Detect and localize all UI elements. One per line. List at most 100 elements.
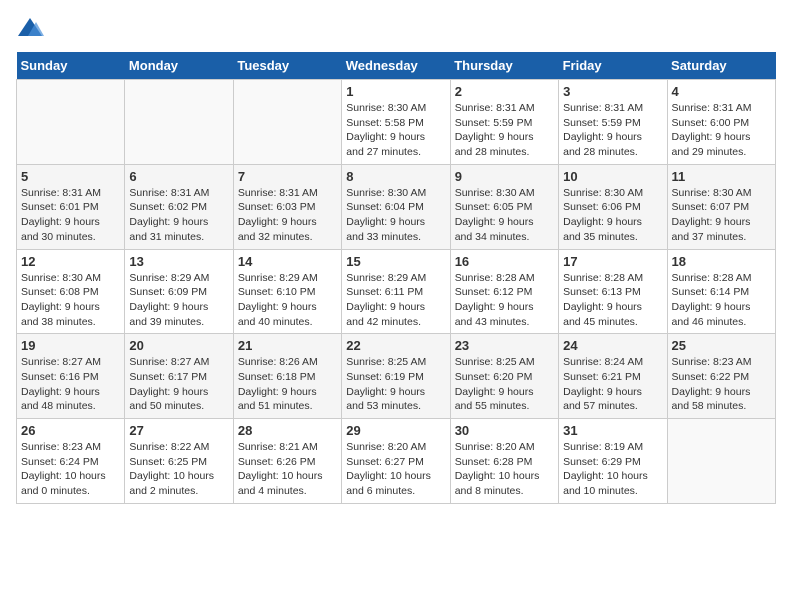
- day-number: 20: [129, 338, 228, 353]
- day-detail: Sunrise: 8:28 AM Sunset: 6:13 PM Dayligh…: [563, 271, 662, 330]
- calendar-cell: 14 Sunrise: 8:29 AM Sunset: 6:10 PM Dayli…: [233, 249, 341, 334]
- calendar-cell: 24 Sunrise: 8:24 AM Sunset: 6:21 PM Dayli…: [559, 334, 667, 419]
- day-number: 8: [346, 169, 445, 184]
- calendar-cell: 10Sunrise: 8:30 AM Sunset: 6:06 PM Dayli…: [559, 164, 667, 249]
- day-detail: Sunrise: 8:31 AM Sunset: 6:00 PM Dayligh…: [672, 101, 771, 160]
- calendar-cell: 17 Sunrise: 8:28 AM Sunset: 6:13 PM Dayli…: [559, 249, 667, 334]
- calendar-cell: 23 Sunrise: 8:25 AM Sunset: 6:20 PM Dayli…: [450, 334, 558, 419]
- day-detail: Sunrise: 8:29 AM Sunset: 6:11 PM Dayligh…: [346, 271, 445, 330]
- calendar-cell: [667, 419, 775, 504]
- day-number: 16: [455, 254, 554, 269]
- calendar-header: SundayMondayTuesdayWednesdayThursdayFrid…: [17, 52, 776, 80]
- calendar-cell: [17, 80, 125, 165]
- calendar-cell: [233, 80, 341, 165]
- day-number: 18: [672, 254, 771, 269]
- calendar-week-4: 19 Sunrise: 8:27 AM Sunset: 6:16 PM Dayli…: [17, 334, 776, 419]
- calendar-week-5: 26Sunrise: 8:23 AM Sunset: 6:24 PM Dayli…: [17, 419, 776, 504]
- day-number: 1: [346, 84, 445, 99]
- day-detail: Sunrise: 8:28 AM Sunset: 6:14 PM Dayligh…: [672, 271, 771, 330]
- day-detail: Sunrise: 8:21 AM Sunset: 6:26 PM Dayligh…: [238, 440, 337, 499]
- day-detail: Sunrise: 8:30 AM Sunset: 5:58 PM Dayligh…: [346, 101, 445, 160]
- calendar-cell: 4 Sunrise: 8:31 AM Sunset: 6:00 PM Daylig…: [667, 80, 775, 165]
- day-number: 14: [238, 254, 337, 269]
- weekday-header-row: SundayMondayTuesdayWednesdayThursdayFrid…: [17, 52, 776, 80]
- day-number: 4: [672, 84, 771, 99]
- day-detail: Sunrise: 8:31 AM Sunset: 6:03 PM Dayligh…: [238, 186, 337, 245]
- header: [16, 16, 776, 40]
- day-number: 30: [455, 423, 554, 438]
- day-number: 2: [455, 84, 554, 99]
- calendar-cell: 27 Sunrise: 8:22 AM Sunset: 6:25 PM Dayli…: [125, 419, 233, 504]
- day-detail: Sunrise: 8:26 AM Sunset: 6:18 PM Dayligh…: [238, 355, 337, 414]
- day-detail: Sunrise: 8:31 AM Sunset: 5:59 PM Dayligh…: [455, 101, 554, 160]
- day-number: 29: [346, 423, 445, 438]
- day-number: 21: [238, 338, 337, 353]
- calendar-cell: 6 Sunrise: 8:31 AM Sunset: 6:02 PM Daylig…: [125, 164, 233, 249]
- day-detail: Sunrise: 8:31 AM Sunset: 5:59 PM Dayligh…: [563, 101, 662, 160]
- weekday-header-wednesday: Wednesday: [342, 52, 450, 80]
- day-detail: Sunrise: 8:20 AM Sunset: 6:28 PM Dayligh…: [455, 440, 554, 499]
- day-detail: Sunrise: 8:31 AM Sunset: 6:01 PM Dayligh…: [21, 186, 120, 245]
- day-detail: Sunrise: 8:23 AM Sunset: 6:22 PM Dayligh…: [672, 355, 771, 414]
- day-number: 24: [563, 338, 662, 353]
- calendar-cell: 29 Sunrise: 8:20 AM Sunset: 6:27 PM Dayli…: [342, 419, 450, 504]
- day-detail: Sunrise: 8:25 AM Sunset: 6:20 PM Dayligh…: [455, 355, 554, 414]
- day-number: 15: [346, 254, 445, 269]
- day-detail: Sunrise: 8:25 AM Sunset: 6:19 PM Dayligh…: [346, 355, 445, 414]
- calendar-body: 1 Sunrise: 8:30 AM Sunset: 5:58 PM Daylig…: [17, 80, 776, 504]
- day-detail: Sunrise: 8:20 AM Sunset: 6:27 PM Dayligh…: [346, 440, 445, 499]
- calendar: SundayMondayTuesdayWednesdayThursdayFrid…: [16, 52, 776, 504]
- day-detail: Sunrise: 8:29 AM Sunset: 6:09 PM Dayligh…: [129, 271, 228, 330]
- calendar-cell: 16 Sunrise: 8:28 AM Sunset: 6:12 PM Dayli…: [450, 249, 558, 334]
- day-detail: Sunrise: 8:28 AM Sunset: 6:12 PM Dayligh…: [455, 271, 554, 330]
- logo: [16, 16, 48, 40]
- day-number: 19: [21, 338, 120, 353]
- calendar-cell: 31Sunrise: 8:19 AM Sunset: 6:29 PM Dayli…: [559, 419, 667, 504]
- calendar-week-1: 1 Sunrise: 8:30 AM Sunset: 5:58 PM Daylig…: [17, 80, 776, 165]
- day-detail: Sunrise: 8:30 AM Sunset: 6:08 PM Dayligh…: [21, 271, 120, 330]
- day-number: 12: [21, 254, 120, 269]
- day-detail: Sunrise: 8:31 AM Sunset: 6:02 PM Dayligh…: [129, 186, 228, 245]
- day-number: 25: [672, 338, 771, 353]
- day-number: 5: [21, 169, 120, 184]
- calendar-cell: 21 Sunrise: 8:26 AM Sunset: 6:18 PM Dayli…: [233, 334, 341, 419]
- day-detail: Sunrise: 8:27 AM Sunset: 6:17 PM Dayligh…: [129, 355, 228, 414]
- day-detail: Sunrise: 8:24 AM Sunset: 6:21 PM Dayligh…: [563, 355, 662, 414]
- day-number: 22: [346, 338, 445, 353]
- calendar-cell: 11Sunrise: 8:30 AM Sunset: 6:07 PM Dayli…: [667, 164, 775, 249]
- day-number: 3: [563, 84, 662, 99]
- calendar-cell: 26Sunrise: 8:23 AM Sunset: 6:24 PM Dayli…: [17, 419, 125, 504]
- day-detail: Sunrise: 8:27 AM Sunset: 6:16 PM Dayligh…: [21, 355, 120, 414]
- day-detail: Sunrise: 8:22 AM Sunset: 6:25 PM Dayligh…: [129, 440, 228, 499]
- weekday-header-monday: Monday: [125, 52, 233, 80]
- calendar-week-2: 5 Sunrise: 8:31 AM Sunset: 6:01 PM Daylig…: [17, 164, 776, 249]
- calendar-cell: 18 Sunrise: 8:28 AM Sunset: 6:14 PM Dayli…: [667, 249, 775, 334]
- calendar-cell: 22 Sunrise: 8:25 AM Sunset: 6:19 PM Dayli…: [342, 334, 450, 419]
- weekday-header-saturday: Saturday: [667, 52, 775, 80]
- calendar-cell: 15 Sunrise: 8:29 AM Sunset: 6:11 PM Dayli…: [342, 249, 450, 334]
- day-detail: Sunrise: 8:29 AM Sunset: 6:10 PM Dayligh…: [238, 271, 337, 330]
- day-number: 26: [21, 423, 120, 438]
- day-number: 23: [455, 338, 554, 353]
- calendar-cell: 8Sunrise: 8:30 AM Sunset: 6:04 PM Daylig…: [342, 164, 450, 249]
- day-number: 9: [455, 169, 554, 184]
- calendar-week-3: 12 Sunrise: 8:30 AM Sunset: 6:08 PM Dayli…: [17, 249, 776, 334]
- calendar-cell: 19 Sunrise: 8:27 AM Sunset: 6:16 PM Dayli…: [17, 334, 125, 419]
- day-number: 7: [238, 169, 337, 184]
- weekday-header-sunday: Sunday: [17, 52, 125, 80]
- day-detail: Sunrise: 8:30 AM Sunset: 6:07 PM Dayligh…: [672, 186, 771, 245]
- calendar-cell: 1 Sunrise: 8:30 AM Sunset: 5:58 PM Daylig…: [342, 80, 450, 165]
- calendar-cell: 3 Sunrise: 8:31 AM Sunset: 5:59 PM Daylig…: [559, 80, 667, 165]
- calendar-cell: 30 Sunrise: 8:20 AM Sunset: 6:28 PM Dayli…: [450, 419, 558, 504]
- day-detail: Sunrise: 8:30 AM Sunset: 6:06 PM Dayligh…: [563, 186, 662, 245]
- logo-icon: [16, 16, 44, 40]
- day-number: 27: [129, 423, 228, 438]
- weekday-header-friday: Friday: [559, 52, 667, 80]
- calendar-cell: 13Sunrise: 8:29 AM Sunset: 6:09 PM Dayli…: [125, 249, 233, 334]
- day-number: 6: [129, 169, 228, 184]
- day-detail: Sunrise: 8:19 AM Sunset: 6:29 PM Dayligh…: [563, 440, 662, 499]
- calendar-cell: 20 Sunrise: 8:27 AM Sunset: 6:17 PM Dayli…: [125, 334, 233, 419]
- calendar-cell: 28Sunrise: 8:21 AM Sunset: 6:26 PM Dayli…: [233, 419, 341, 504]
- calendar-cell: 25 Sunrise: 8:23 AM Sunset: 6:22 PM Dayli…: [667, 334, 775, 419]
- day-number: 17: [563, 254, 662, 269]
